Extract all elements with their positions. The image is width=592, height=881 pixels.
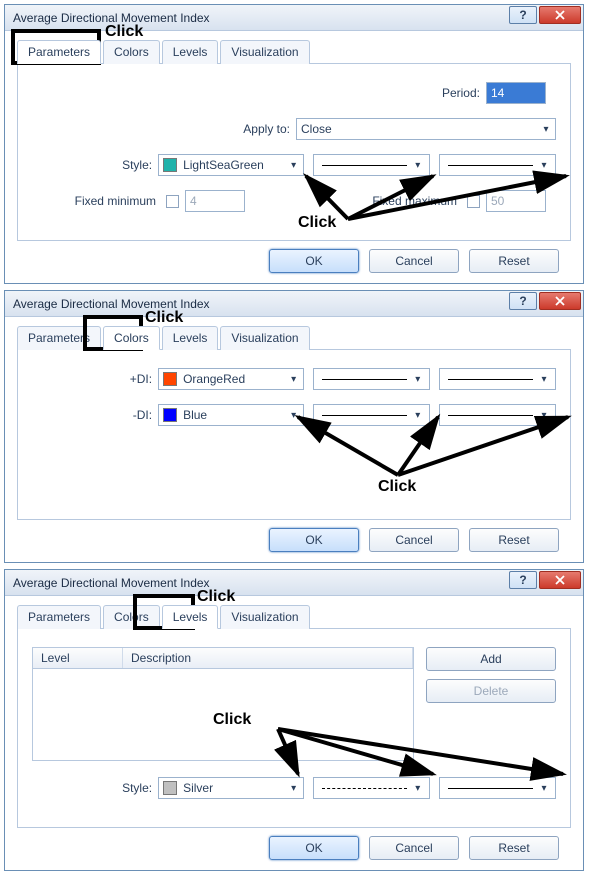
window-title: Average Directional Movement Index [13,11,210,25]
tab-row: Parameters Colors Levels Visualization [17,39,571,64]
dialog-levels: Average Directional Movement Index ? Par… [4,569,584,871]
titlebar: Average Directional Movement Index ? [5,291,583,317]
tab-content: Level Description Add Delete Style: Silv… [17,629,571,828]
period-input[interactable] [486,82,546,104]
chevron-down-icon: ▾ [539,124,553,135]
plusdi-label: +DI: [32,372,158,386]
tab-parameters[interactable]: Parameters [17,605,101,629]
chevron-down-icon: ▾ [411,160,425,171]
chevron-down-icon: ▾ [537,160,551,171]
tab-parameters[interactable]: Parameters [17,326,101,350]
applyto-label: Apply to: [32,122,296,136]
delete-button[interactable]: Delete [426,679,556,703]
ok-button[interactable]: OK [269,249,359,273]
fixedmax-input[interactable] [486,190,546,212]
style-label: Style: [32,781,158,795]
titlebar: Average Directional Movement Index ? [5,570,583,596]
style-linetype-combo[interactable]: ▾ [313,777,430,799]
close-button[interactable] [539,571,581,589]
window-title: Average Directional Movement Index [13,297,210,311]
tab-colors[interactable]: Colors [103,40,160,64]
chevron-down-icon: ▾ [411,783,425,794]
tab-levels[interactable]: Levels [162,326,219,350]
plusdi-linetype-combo[interactable]: ▾ [313,368,430,390]
style-label: Style: [32,158,158,172]
plusdi-linewidth-combo[interactable]: ▾ [439,368,556,390]
reset-button[interactable]: Reset [469,836,559,860]
tab-visualization[interactable]: Visualization [220,605,309,629]
color-swatch [163,372,177,386]
levels-table-body[interactable] [32,669,414,761]
ok-button[interactable]: OK [269,836,359,860]
click-annotation: Click [298,214,336,232]
titlebar: Average Directional Movement Index ? [5,5,583,31]
chevron-down-icon: ▾ [537,374,551,385]
style-linetype-combo[interactable]: ▾ [313,154,430,176]
style-linewidth-combo[interactable]: ▾ [439,154,556,176]
help-button[interactable]: ? [509,571,537,589]
chevron-down-icon: ▾ [287,410,301,421]
reset-button[interactable]: Reset [469,528,559,552]
color-swatch [163,781,177,795]
style-linewidth-combo[interactable]: ▾ [439,777,556,799]
levels-table-header: Level Description [32,647,414,669]
chevron-down-icon: ▾ [287,160,301,171]
dialog-colors: Average Directional Movement Index ? Par… [4,290,584,563]
chevron-down-icon: ▾ [537,410,551,421]
cancel-button[interactable]: Cancel [369,528,459,552]
tab-visualization[interactable]: Visualization [220,326,309,350]
col-level: Level [33,648,123,668]
minusdi-linetype-combo[interactable]: ▾ [313,404,430,426]
minusdi-label: -DI: [32,408,158,422]
help-button[interactable]: ? [509,6,537,24]
col-description: Description [123,648,413,668]
tab-colors[interactable]: Colors [103,605,160,629]
tab-levels[interactable]: Levels [162,605,219,629]
chevron-down-icon: ▾ [287,374,301,385]
fixedmin-label: Fixed minimum [32,194,162,208]
minusdi-color-combo[interactable]: Blue ▾ [158,404,304,426]
help-button[interactable]: ? [509,292,537,310]
chevron-down-icon: ▾ [411,410,425,421]
tab-parameters[interactable]: Parameters [17,40,101,64]
fixedmin-input[interactable] [185,190,245,212]
period-label: Period: [442,86,486,100]
tab-levels[interactable]: Levels [162,40,219,64]
fixedmax-label: Fixed maximum [372,194,463,208]
chevron-down-icon: ▾ [537,783,551,794]
dialog-parameters: Average Directional Movement Index ? Par… [4,4,584,284]
tab-row: Parameters Colors Levels Visualization [17,325,571,350]
cancel-button[interactable]: Cancel [369,249,459,273]
close-button[interactable] [539,292,581,310]
color-swatch [163,158,177,172]
reset-button[interactable]: Reset [469,249,559,273]
minusdi-linewidth-combo[interactable]: ▾ [439,404,556,426]
chevron-down-icon: ▾ [287,783,301,794]
style-color-combo[interactable]: Silver ▾ [158,777,304,799]
tab-colors[interactable]: Colors [103,326,160,350]
ok-button[interactable]: OK [269,528,359,552]
tab-content: Period: Apply to: Close ▾ Style: LightSe… [17,64,571,241]
style-color-combo[interactable]: LightSeaGreen ▾ [158,154,304,176]
applyto-combo[interactable]: Close ▾ [296,118,556,140]
window-title: Average Directional Movement Index [13,576,210,590]
fixedmax-checkbox[interactable] [467,195,480,208]
tab-row: Parameters Colors Levels Visualization [17,604,571,629]
fixedmin-checkbox[interactable] [166,195,179,208]
cancel-button[interactable]: Cancel [369,836,459,860]
tab-visualization[interactable]: Visualization [220,40,309,64]
add-button[interactable]: Add [426,647,556,671]
color-swatch [163,408,177,422]
tab-content: +DI: OrangeRed ▾ ▾ ▾ -DI: [17,350,571,520]
chevron-down-icon: ▾ [411,374,425,385]
close-button[interactable] [539,6,581,24]
plusdi-color-combo[interactable]: OrangeRed ▾ [158,368,304,390]
click-annotation: Click [378,478,416,496]
